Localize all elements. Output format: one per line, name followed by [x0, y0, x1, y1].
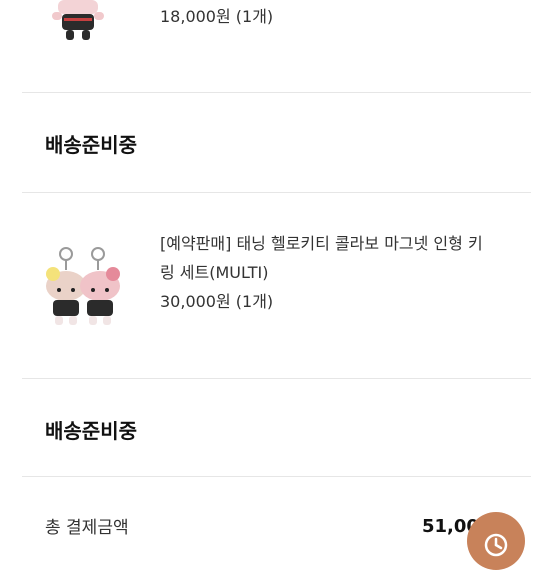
product-name[interactable]: [예약판매] 태닝 헬로키티 콜라보 마그넷 인형 키링 세트(MULTI) [160, 229, 490, 287]
recent-view-button[interactable] [467, 512, 525, 570]
item-price-quantity: 18,000원 (1개) [160, 7, 274, 26]
divider [22, 476, 531, 477]
item-price-quantity: 30,000원 (1개) [160, 292, 274, 311]
product-thumbnail[interactable] [50, 0, 106, 44]
total-payment-label: 총 결제금액 [45, 518, 129, 538]
divider [22, 192, 531, 193]
clock-icon [484, 533, 508, 557]
divider [22, 378, 531, 379]
product-thumbnail[interactable] [40, 244, 128, 332]
divider [22, 92, 531, 93]
hello-kitty-plush-image [52, 0, 104, 40]
order-status: 배송준비중 [45, 133, 137, 157]
hello-kitty-keyring-set-image [46, 247, 120, 325]
order-status: 배송준비중 [45, 419, 137, 443]
